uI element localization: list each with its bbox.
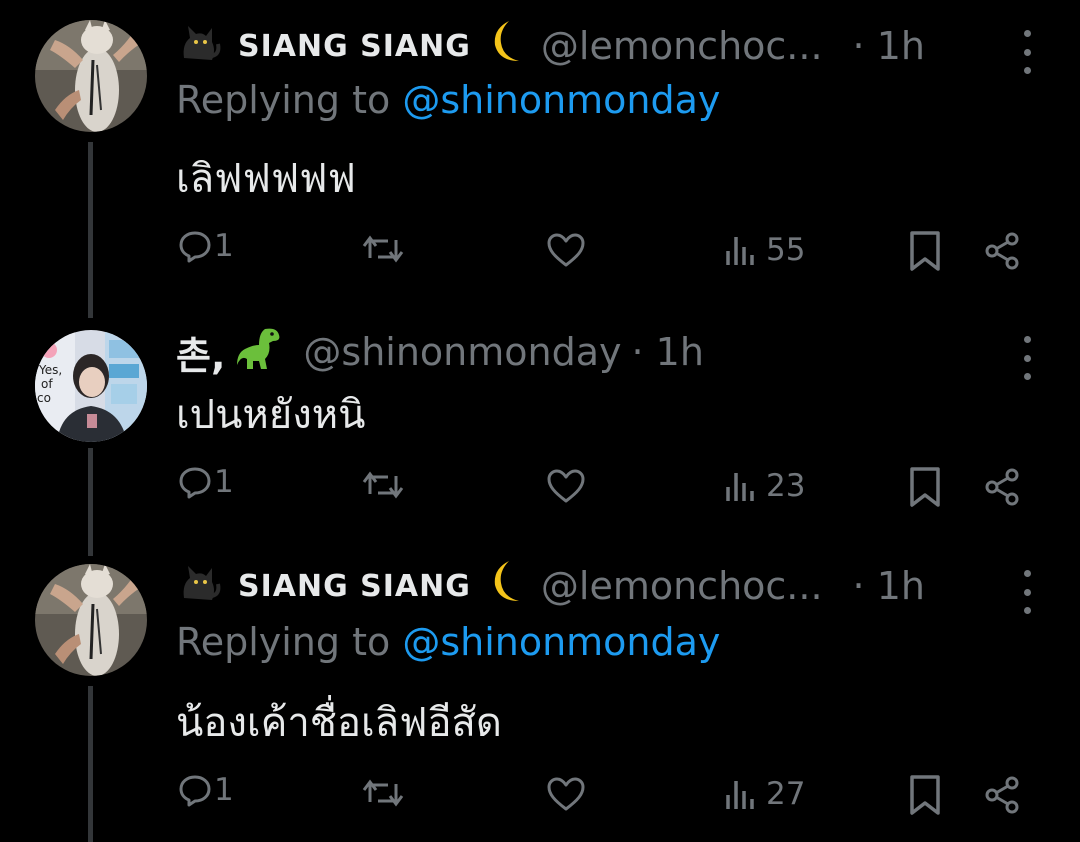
- heart-icon: [547, 777, 585, 811]
- more-dot: [1023, 48, 1031, 56]
- tweet-header: SIANG SIANG @lemonchoc... · 1h: [176, 16, 925, 76]
- tweet-header: 촌, @shinonmonday · 1h: [176, 322, 704, 382]
- more-dot: [1023, 607, 1031, 614]
- tweet[interactable]: SIANG SIANG @lemonchoc... · 1h Replying …: [0, 0, 1080, 300]
- retweet-icon: [362, 471, 404, 499]
- more-dot: [1023, 588, 1031, 596]
- more-options-button[interactable]: [1022, 336, 1032, 380]
- retweet-icon: [362, 779, 404, 807]
- tweet-actions: 1 27: [0, 762, 1080, 822]
- reply-icon: [179, 231, 211, 263]
- user-handle[interactable]: @lemonchoc...: [541, 24, 823, 68]
- view-count: 27: [766, 776, 806, 812]
- reply-button[interactable]: 1: [178, 228, 234, 264]
- user-handle[interactable]: @shinonmonday: [303, 330, 621, 374]
- reply-icon: [179, 775, 211, 807]
- views-button[interactable]: 23: [724, 468, 805, 504]
- tweet[interactable]: SIANG SIANG @lemonchoc... · 1h Replying …: [0, 540, 1080, 842]
- heart-icon: [547, 469, 585, 503]
- replying-label: Replying to: [176, 620, 403, 664]
- reply-button[interactable]: 1: [178, 772, 234, 808]
- more-dot: [1023, 67, 1031, 74]
- retweet-button[interactable]: [360, 468, 406, 502]
- views-button[interactable]: 27: [724, 776, 805, 812]
- timestamp[interactable]: · 1h: [632, 330, 704, 374]
- more-dot: [1023, 336, 1031, 343]
- more-dot: [1023, 30, 1031, 37]
- avatar[interactable]: Yes, of co: [35, 330, 147, 442]
- black-cat-icon: [176, 560, 224, 613]
- retweet-button[interactable]: [360, 232, 406, 266]
- crescent-moon-icon: [487, 19, 527, 74]
- mention-link[interactable]: @shinonmonday: [402, 78, 720, 122]
- replying-to: Replying to @shinonmonday: [176, 620, 720, 664]
- more-dot: [1023, 373, 1031, 380]
- display-name[interactable]: SIANG SIANG: [238, 29, 471, 64]
- tweet-text: น้องเค้าชื่อเลิฟอีสัด: [176, 700, 502, 746]
- retweet-button[interactable]: [360, 776, 406, 810]
- user-handle[interactable]: @lemonchoc...: [541, 564, 823, 608]
- share-button[interactable]: [984, 776, 1022, 814]
- avatar[interactable]: [35, 564, 147, 676]
- more-dot: [1023, 570, 1031, 577]
- more-options-button[interactable]: [1022, 570, 1032, 614]
- bookmark-icon: [910, 775, 940, 815]
- svg-text:co: co: [37, 391, 51, 405]
- avatar-image: [35, 20, 147, 132]
- display-name[interactable]: SIANG SIANG: [238, 569, 471, 604]
- more-dot: [1023, 354, 1031, 362]
- share-button[interactable]: [984, 232, 1022, 270]
- tweet-header: SIANG SIANG @lemonchoc... · 1h: [176, 556, 925, 616]
- views-icon: [726, 473, 754, 501]
- reply-count: 1: [214, 772, 234, 808]
- tweet-text: เลิฟฟฟฟฟ: [176, 156, 356, 202]
- like-button[interactable]: [546, 232, 586, 268]
- views-icon: [726, 237, 754, 265]
- heart-icon: [547, 233, 585, 267]
- bookmark-button[interactable]: [908, 774, 942, 816]
- crescent-moon-icon: [487, 559, 527, 614]
- tweet-text: เปนหยังหนิ: [176, 392, 366, 438]
- more-options-button[interactable]: [1022, 30, 1032, 74]
- tweet-actions: 1 23: [0, 456, 1080, 516]
- black-cat-icon: [176, 20, 224, 73]
- avatar-image: Yes, of co: [35, 330, 147, 442]
- replying-label: Replying to: [176, 78, 403, 122]
- bookmark-icon: [910, 467, 940, 507]
- view-count: 23: [766, 468, 806, 504]
- share-icon: [985, 776, 1019, 814]
- bookmark-icon: [910, 231, 940, 271]
- timestamp[interactable]: · 1h: [853, 24, 925, 68]
- tweet[interactable]: Yes, of co 촌, @shinonmonday · 1h เปนหยัง…: [0, 300, 1080, 560]
- replying-to: Replying to @shinonmonday: [176, 78, 720, 122]
- views-icon: [726, 781, 754, 809]
- like-button[interactable]: [546, 776, 586, 812]
- retweet-icon: [362, 235, 404, 263]
- view-count: 55: [766, 232, 806, 268]
- avatar-image: [35, 564, 147, 676]
- dinosaur-icon: [235, 325, 289, 380]
- svg-text:of: of: [41, 377, 53, 391]
- tweet-actions: 1 55: [0, 220, 1080, 280]
- display-name[interactable]: 촌,: [176, 325, 225, 380]
- share-icon: [985, 232, 1019, 270]
- reply-count: 1: [214, 228, 234, 264]
- svg-text:Yes,: Yes,: [38, 363, 62, 377]
- reply-button[interactable]: 1: [178, 464, 234, 500]
- avatar[interactable]: [35, 20, 147, 132]
- share-icon: [985, 468, 1019, 506]
- reply-count: 1: [214, 464, 234, 500]
- bookmark-button[interactable]: [908, 466, 942, 508]
- share-button[interactable]: [984, 468, 1022, 506]
- views-button[interactable]: 55: [724, 232, 805, 268]
- reply-icon: [179, 467, 211, 499]
- timestamp[interactable]: · 1h: [853, 564, 925, 608]
- mention-link[interactable]: @shinonmonday: [402, 620, 720, 664]
- bookmark-button[interactable]: [908, 230, 942, 272]
- like-button[interactable]: [546, 468, 586, 504]
